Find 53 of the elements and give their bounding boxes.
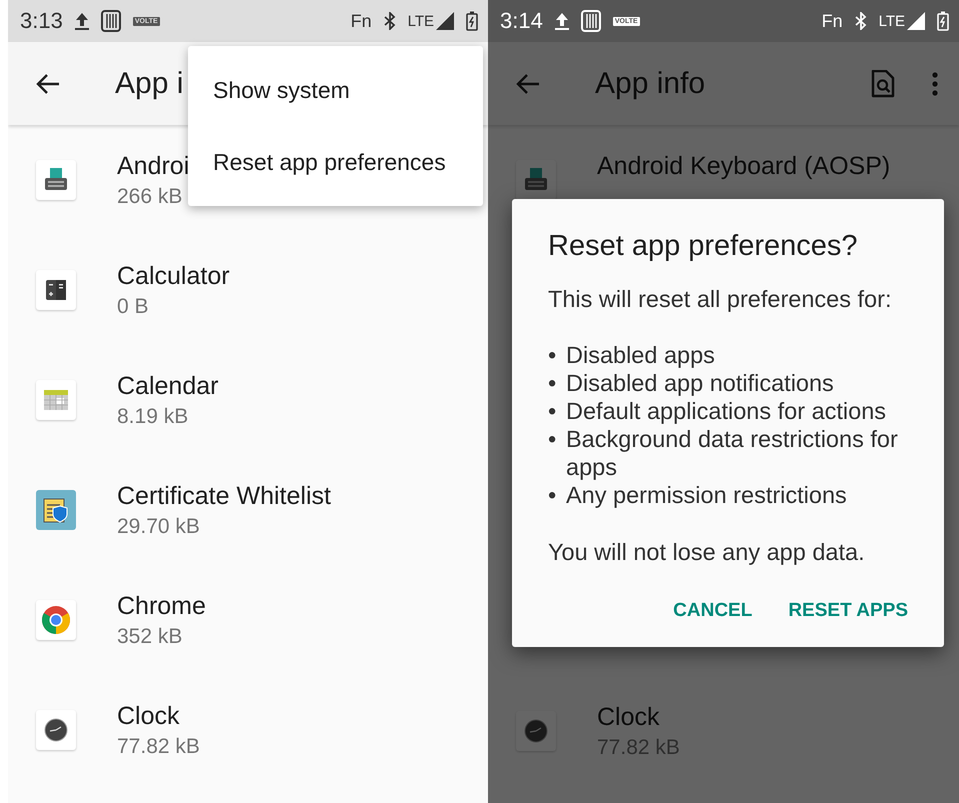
app-size: 8.19 kB bbox=[117, 404, 190, 428]
app-size: 266 kB bbox=[117, 184, 184, 208]
status-time: 3:13 bbox=[20, 8, 63, 34]
upload-icon bbox=[74, 12, 89, 30]
clock-icon bbox=[44, 718, 68, 742]
bluetooth-icon bbox=[384, 12, 396, 30]
battery-icon bbox=[466, 11, 478, 31]
app-size: 29.70 kB bbox=[117, 514, 201, 538]
bullet-mark: • bbox=[548, 341, 558, 369]
calendar-icon bbox=[44, 390, 68, 410]
app-size: 77.82 kB bbox=[117, 734, 200, 758]
dialog-note: You will not lose any app data. bbox=[548, 539, 866, 566]
bullet-text: Default applications for actions bbox=[566, 397, 886, 425]
signal-icon bbox=[436, 12, 454, 30]
fn-indicator: Fn bbox=[822, 10, 843, 32]
menu-item[interactable]: Show system bbox=[188, 54, 483, 126]
bullet-mark: • bbox=[548, 481, 558, 509]
dialog-message: This will reset all preferences for: bbox=[548, 286, 892, 313]
app-name[interactable]: Androi bbox=[117, 152, 190, 180]
app-name[interactable]: Certificate Whitelist bbox=[117, 482, 331, 510]
sim-card-icon bbox=[580, 10, 601, 32]
bullet-text: Disabled apps bbox=[566, 341, 715, 369]
bullet-mark: • bbox=[548, 425, 558, 454]
app-size: 352 kB bbox=[117, 624, 184, 648]
bullet-mark: • bbox=[548, 397, 558, 425]
app-name[interactable]: Chrome bbox=[117, 592, 206, 620]
app-size: 0 B bbox=[117, 294, 150, 318]
network-type: LTE bbox=[408, 12, 434, 30]
bullet-text: Any permission restrictions bbox=[566, 481, 847, 509]
bullet-mark: • bbox=[548, 369, 558, 397]
app-name[interactable]: Calculator bbox=[117, 262, 230, 290]
app-bar-title: App i bbox=[115, 66, 184, 100]
calculator-icon bbox=[46, 280, 66, 300]
back-arrow-icon[interactable] bbox=[36, 72, 60, 94]
certificate-icon bbox=[36, 490, 76, 530]
bullet-text: Background data restrictions for apps bbox=[566, 425, 899, 481]
menu-item[interactable]: Reset app preferences bbox=[188, 126, 483, 198]
upload-icon bbox=[554, 12, 569, 30]
status-time: 3:14 bbox=[500, 8, 543, 34]
bullet-text: Disabled app notifications bbox=[566, 369, 834, 397]
app-bar-title: App info bbox=[595, 66, 706, 100]
bluetooth-icon bbox=[854, 12, 867, 30]
signal-icon bbox=[907, 12, 925, 30]
app-name[interactable]: Clock bbox=[117, 702, 200, 730]
network-type: LTE bbox=[878, 12, 905, 30]
clock-icon bbox=[524, 719, 548, 743]
dialog-button[interactable]: RESET APPS bbox=[788, 600, 908, 622]
app-name[interactable]: Calendar bbox=[117, 372, 218, 400]
dialog-button[interactable]: CANCEL bbox=[673, 600, 752, 622]
fn-indicator: Fn bbox=[350, 10, 372, 32]
sim-card-icon bbox=[100, 10, 121, 32]
dialog-title: Reset app preferences? bbox=[548, 229, 859, 264]
battery-icon bbox=[937, 11, 949, 31]
